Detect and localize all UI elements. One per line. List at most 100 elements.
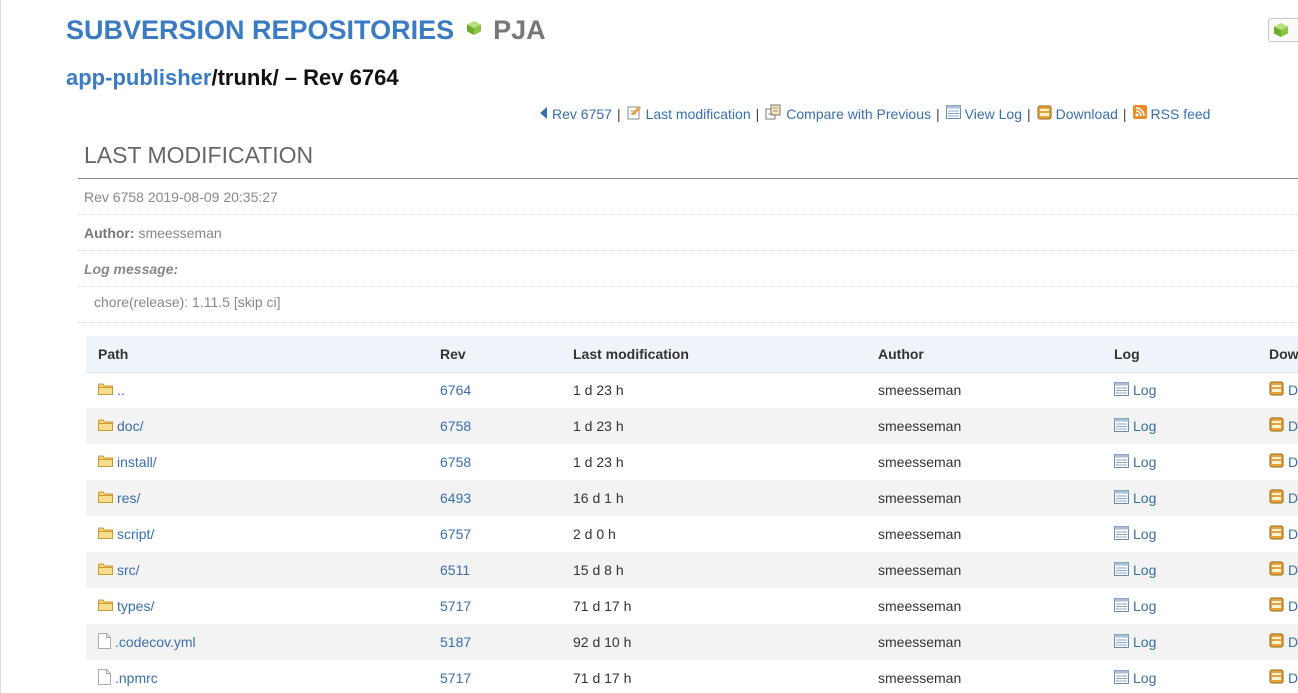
row-download-link[interactable]: D bbox=[1269, 669, 1298, 687]
last-modification-link[interactable]: Last modification bbox=[627, 105, 751, 123]
compare-link[interactable]: Compare with Previous bbox=[765, 104, 931, 123]
rev-cell: 5187 bbox=[428, 624, 561, 660]
rss-feed-link[interactable]: RSS feed bbox=[1132, 105, 1211, 122]
row-download-label: D bbox=[1288, 418, 1298, 434]
repo-selector[interactable] bbox=[1268, 18, 1298, 42]
log-icon bbox=[1114, 561, 1129, 579]
log-message-label: Log message: bbox=[84, 261, 179, 277]
rev-link[interactable]: 6511 bbox=[440, 562, 470, 578]
rev-link[interactable]: 5717 bbox=[440, 670, 471, 686]
path-link[interactable]: doc/ bbox=[98, 418, 143, 434]
rev-cell: 6758 bbox=[428, 408, 561, 444]
row-log-link[interactable]: Log bbox=[1114, 597, 1156, 615]
path-name: types/ bbox=[117, 598, 155, 614]
path-rest: /trunk/ bbox=[211, 65, 279, 90]
prev-rev-link[interactable]: Rev 6757 bbox=[540, 106, 612, 122]
path-name: script/ bbox=[117, 526, 155, 542]
folder-icon bbox=[98, 598, 113, 614]
author-cell: smeesseman bbox=[878, 526, 962, 542]
author-label: Author: bbox=[84, 225, 135, 241]
download-link[interactable]: Download bbox=[1037, 105, 1118, 123]
row-log-link[interactable]: Log bbox=[1114, 489, 1156, 507]
path-link[interactable]: .. bbox=[98, 382, 125, 398]
cube-icon bbox=[466, 12, 482, 43]
path-link[interactable]: src/ bbox=[98, 562, 140, 578]
download-icon bbox=[1269, 417, 1284, 435]
row-download-link[interactable]: D bbox=[1269, 453, 1298, 471]
row-download-link[interactable]: D bbox=[1269, 633, 1298, 651]
download-cell: D bbox=[1257, 408, 1298, 444]
download-cell: D bbox=[1257, 372, 1298, 408]
rev-link[interactable]: 5717 bbox=[440, 598, 471, 614]
row-download-link[interactable]: D bbox=[1269, 417, 1298, 435]
row-download-link[interactable]: D bbox=[1269, 525, 1298, 543]
view-log-link[interactable]: View Log bbox=[945, 105, 1022, 122]
row-log-link[interactable]: Log bbox=[1114, 381, 1157, 399]
age-cell: 2 d 0 h bbox=[573, 526, 616, 542]
rev-link[interactable]: 6764 bbox=[440, 382, 471, 398]
path-link[interactable]: .codecov.yml bbox=[98, 632, 196, 652]
row-log-link[interactable]: Log bbox=[1114, 417, 1156, 435]
row-download-link[interactable]: D bbox=[1269, 381, 1298, 399]
download-cell: D bbox=[1257, 588, 1298, 624]
path-cell: doc/ bbox=[86, 408, 428, 444]
compare-icon bbox=[765, 104, 782, 123]
row-log-link[interactable]: Log bbox=[1114, 633, 1156, 651]
table-row: script/6757 2 d 0 h smeesseman Log D bbox=[86, 516, 1298, 552]
path-link-app-publisher[interactable]: app-publisher bbox=[66, 65, 211, 90]
row-download-link[interactable]: D bbox=[1269, 561, 1298, 579]
row-log-link[interactable]: Log bbox=[1114, 453, 1156, 471]
separator: | bbox=[936, 105, 940, 122]
path-name: install/ bbox=[117, 454, 157, 470]
age-cell: 92 d 10 h bbox=[561, 624, 866, 660]
rev-link[interactable]: 6493 bbox=[440, 490, 471, 506]
row-log-link[interactable]: Log bbox=[1114, 669, 1156, 687]
download-cell: D bbox=[1257, 480, 1298, 516]
rev-link[interactable]: 6758 bbox=[440, 454, 471, 470]
folder-icon bbox=[98, 418, 113, 434]
folder-icon bbox=[98, 382, 113, 398]
row-download-link[interactable]: D bbox=[1269, 489, 1298, 507]
author-cell: smeesseman bbox=[866, 408, 1102, 444]
path-link[interactable]: types/ bbox=[98, 598, 154, 614]
row-download-label: D bbox=[1288, 382, 1298, 399]
last-modification-section: LAST MODIFICATION Rev 6758 2019-08-09 20… bbox=[78, 142, 1298, 323]
log-cell: Log bbox=[1102, 444, 1257, 480]
path-heading: app-publisher/trunk/ – Rev 6764 bbox=[66, 65, 399, 91]
path-cell: .npmrc bbox=[86, 660, 428, 693]
author-cell: smeesseman bbox=[878, 382, 962, 399]
row-download-label: D bbox=[1288, 490, 1298, 506]
path-link[interactable]: install/ bbox=[98, 454, 157, 470]
download-icon bbox=[1269, 633, 1284, 651]
rev-cell: 6493 bbox=[428, 480, 561, 516]
rev-link[interactable]: 6757 bbox=[440, 526, 471, 542]
column-author: Author bbox=[866, 336, 1102, 373]
row-log-link[interactable]: Log bbox=[1114, 561, 1157, 579]
path-link[interactable]: .npmrc bbox=[98, 668, 158, 688]
file-icon bbox=[98, 632, 111, 652]
table-row: res/6493 16 d 1 h smeesseman Log D bbox=[86, 480, 1298, 516]
view-log-label: View Log bbox=[964, 105, 1022, 122]
path-name: doc/ bbox=[117, 418, 144, 434]
log-icon bbox=[1114, 453, 1129, 471]
row-log-label: Log bbox=[1133, 382, 1157, 399]
path-cell: types/ bbox=[86, 588, 428, 624]
separator: | bbox=[1027, 105, 1031, 122]
path-link[interactable]: res/ bbox=[98, 490, 140, 506]
row-download-label: D bbox=[1288, 454, 1298, 470]
log-icon bbox=[1114, 489, 1129, 507]
row-log-link[interactable]: Log bbox=[1114, 525, 1156, 543]
rev-link[interactable]: 5187 bbox=[440, 634, 471, 650]
rev-cell: 5717 bbox=[428, 660, 561, 693]
separator: | bbox=[616, 105, 621, 122]
path-cell: res/ bbox=[86, 480, 428, 516]
path-link[interactable]: script/ bbox=[98, 526, 154, 542]
rss-label: RSS feed bbox=[1150, 105, 1211, 122]
repositories-link[interactable]: SUBVERSION REPOSITORIES bbox=[66, 15, 454, 45]
table-row: .. 6764 1 d 23 h smeesseman Log D bbox=[86, 372, 1298, 408]
row-download-label: D bbox=[1288, 670, 1298, 686]
row-log-label: Log bbox=[1133, 562, 1157, 578]
row-download-link[interactable]: D bbox=[1269, 597, 1298, 615]
rev-link[interactable]: 6758 bbox=[440, 418, 471, 434]
author-value: smeesseman bbox=[138, 225, 222, 241]
